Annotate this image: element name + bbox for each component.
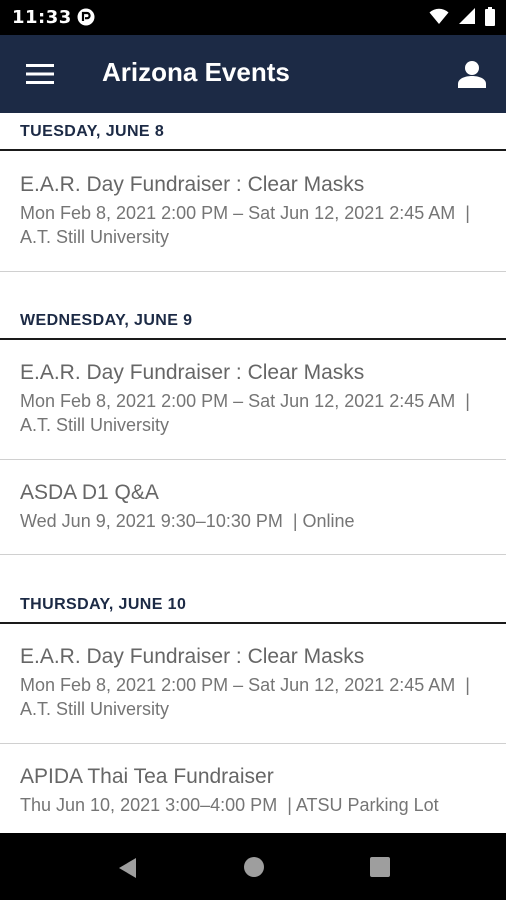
item-divider xyxy=(0,554,506,555)
event-details: Thu Jun 10, 2021 3:00–4:00 PM | ATSU Par… xyxy=(20,795,439,815)
day-header-divider xyxy=(0,149,506,151)
battery-icon xyxy=(485,7,495,26)
day-header: WEDNESDAY, JUNE 9 xyxy=(20,312,193,329)
event-item[interactable]: E.A.R. Day Fundraiser : Clear Masks Mon … xyxy=(0,359,506,437)
event-item[interactable]: E.A.R. Day Fundraiser : Clear Masks Mon … xyxy=(0,171,506,249)
event-title: APIDA Thai Tea Fundraiser xyxy=(20,765,274,788)
app-notification-icon xyxy=(77,8,95,26)
event-title: E.A.R. Day Fundraiser : Clear Masks xyxy=(20,173,365,196)
day-header: TUESDAY, JUNE 8 xyxy=(20,123,165,140)
signal-icon xyxy=(458,8,475,24)
page-title: Arizona Events xyxy=(102,57,290,87)
event-details: Wed Jun 9, 2021 9:30–10:30 PM | Online xyxy=(20,511,355,531)
event-title: E.A.R. Day Fundraiser : Clear Masks xyxy=(20,645,365,668)
hamburger-menu-icon[interactable] xyxy=(26,63,54,85)
day-header-divider xyxy=(0,338,506,340)
event-title: E.A.R. Day Fundraiser : Clear Masks xyxy=(20,361,365,384)
wifi-icon xyxy=(429,8,449,24)
event-list[interactable]: TUESDAY, JUNE 8 E.A.R. Day Fundraiser : … xyxy=(0,113,506,833)
status-bar: 11:33 xyxy=(0,0,506,35)
event-item[interactable]: APIDA Thai Tea Fundraiser Thu Jun 10, 20… xyxy=(0,763,506,817)
status-time: 11:33 xyxy=(12,7,72,28)
day-header-divider xyxy=(0,622,506,624)
home-icon[interactable] xyxy=(243,856,265,878)
item-divider xyxy=(0,459,506,460)
event-title: ASDA D1 Q&A xyxy=(20,481,159,504)
event-details: Mon Feb 8, 2021 2:00 PM – Sat Jun 12, 20… xyxy=(20,675,470,719)
recents-icon[interactable] xyxy=(369,856,391,878)
day-header: THURSDAY, JUNE 10 xyxy=(20,596,187,613)
item-divider xyxy=(0,743,506,744)
navigation-bar xyxy=(0,833,506,900)
status-icons xyxy=(425,7,496,27)
event-item[interactable]: E.A.R. Day Fundraiser : Clear Masks Mon … xyxy=(0,643,506,721)
account-icon[interactable] xyxy=(457,59,487,89)
app-bar: Arizona Events xyxy=(0,35,506,113)
event-details: Mon Feb 8, 2021 2:00 PM – Sat Jun 12, 20… xyxy=(20,203,470,247)
event-item[interactable]: ASDA D1 Q&A Wed Jun 9, 2021 9:30–10:30 P… xyxy=(0,479,506,533)
event-details: Mon Feb 8, 2021 2:00 PM – Sat Jun 12, 20… xyxy=(20,391,470,435)
back-icon[interactable] xyxy=(116,856,138,880)
item-divider xyxy=(0,271,506,272)
